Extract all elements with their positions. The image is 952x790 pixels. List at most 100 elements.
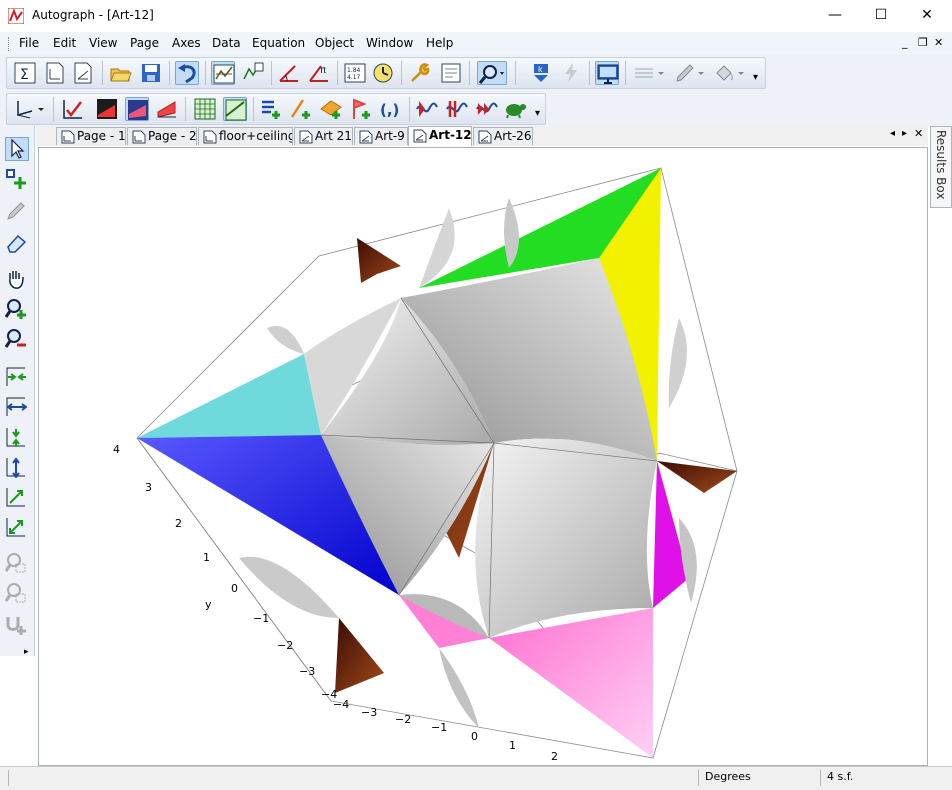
menu-data[interactable]: Data [212, 36, 241, 50]
zoom-box-icon [4, 553, 26, 573]
zoom-box-button[interactable] [4, 552, 29, 576]
menu-edit[interactable]: Edit [53, 36, 76, 50]
line-style-dropdown[interactable] [633, 61, 667, 85]
menu-window[interactable]: Window [366, 36, 413, 50]
select-tool-button[interactable] [5, 137, 29, 161]
grid-button[interactable] [193, 97, 217, 121]
tab-floor-ceiling[interactable]: floor+ceiling [198, 127, 293, 145]
line-colour-dropdown[interactable] [673, 61, 707, 85]
menu-view[interactable]: View [89, 36, 117, 50]
lightning-button[interactable] [559, 61, 583, 85]
coordinate-button[interactable]: (,) [379, 97, 403, 121]
mdi-minimize-button[interactable]: _ [902, 36, 908, 49]
tab-art-12[interactable]: Art-12 [408, 126, 472, 146]
zoom-in-tool-button[interactable] [4, 298, 29, 322]
tab-art-26[interactable]: Art-26 [473, 127, 533, 145]
axes-icon [17, 101, 44, 119]
new-3d-page-button[interactable] [71, 61, 95, 85]
radians-button[interactable]: π [307, 61, 331, 85]
plane-button[interactable] [223, 97, 247, 121]
menu-object[interactable]: Object [315, 36, 354, 50]
animate-pause-button[interactable] [445, 97, 469, 121]
toolbar-overflow-icon[interactable]: ▾ [753, 72, 758, 83]
stretch-xy-in-button[interactable] [5, 486, 29, 510]
minimize-button[interactable]: — [812, 0, 858, 30]
tab-close-icon[interactable]: ✕ [914, 127, 923, 140]
undo-button[interactable] [175, 61, 199, 85]
surface-light-button[interactable] [155, 97, 179, 121]
surface-shading-button[interactable] [95, 97, 119, 121]
tab-scroll-left-icon[interactable]: ◂ [890, 128, 895, 139]
eraser-tool-button[interactable] [5, 232, 29, 256]
magnet-tool-button[interactable] [5, 614, 29, 638]
add-line-button[interactable] [289, 97, 313, 121]
tab-label: Art-26 [494, 129, 532, 143]
new-3d-page-icon [74, 62, 92, 84]
text-box-button[interactable] [439, 61, 463, 85]
surface-wireframe-button[interactable] [125, 97, 149, 121]
surface-mesh-icon [128, 100, 148, 120]
new-2d-page-button[interactable] [43, 61, 67, 85]
stretch-x-out-button[interactable] [5, 396, 29, 420]
graph-view-icon [213, 64, 235, 84]
point-tool-button[interactable] [5, 168, 29, 192]
axes-style-dropdown[interactable] [13, 97, 47, 121]
graph-toolbar: (,) ▾ [6, 93, 546, 125]
stretch-x-in-button[interactable] [5, 366, 29, 390]
degrees-button[interactable] [277, 61, 301, 85]
pencil-tool-button[interactable] [5, 200, 29, 224]
tab-art-9[interactable]: Art-9 [354, 127, 408, 145]
magnifier-icon [478, 65, 504, 84]
toolbar-separator [169, 61, 170, 85]
svg-text:1.84: 1.84 [347, 67, 361, 74]
maximize-button[interactable]: ☐ [858, 0, 904, 30]
menu-help[interactable]: Help [426, 36, 453, 50]
stretch-xy-out-button[interactable] [5, 516, 29, 540]
zoom-out-tool-button[interactable] [4, 328, 29, 352]
zoom-dropdown-button[interactable] [477, 61, 507, 85]
toolbar-separator [53, 97, 54, 121]
line-style-icon [635, 68, 664, 78]
menu-axes[interactable]: Axes [172, 36, 201, 50]
tab-art-21[interactable]: Art 21 [294, 127, 353, 145]
enter-equation-button[interactable] [259, 97, 283, 121]
tab-label: Page - 1 [77, 129, 126, 143]
zoom-region-button[interactable] [4, 582, 29, 606]
add-point-button[interactable] [349, 97, 373, 121]
menu-page[interactable]: Page [130, 36, 159, 50]
tab-page-1[interactable]: Page - 1 [56, 127, 126, 145]
turtle-button[interactable] [503, 97, 527, 121]
graph-canvas[interactable]: 4 3 2 1 0 −1 −2 −3 −4 y −4 −3 −2 −1 0 1 … [38, 147, 928, 766]
close-button[interactable]: ✕ [904, 0, 950, 30]
tab-page-2[interactable]: Page - 2 [127, 127, 197, 145]
whiteboard-mode-button[interactable] [595, 61, 619, 85]
animate-step-button[interactable] [475, 97, 499, 121]
table-view-button[interactable] [241, 61, 265, 85]
save-button[interactable] [139, 61, 163, 85]
menu-grip [8, 37, 12, 51]
fill-colour-dropdown[interactable] [713, 61, 747, 85]
surface-icon [97, 99, 117, 119]
number-format-button[interactable]: 1.84 4.17 [343, 61, 367, 85]
edit-axes-button[interactable] [61, 97, 85, 121]
graph-view-button[interactable] [211, 61, 235, 85]
open-button[interactable] [109, 61, 133, 85]
animate-pause-icon [446, 101, 468, 117]
tab-scroll-right-icon[interactable]: ▸ [902, 128, 907, 139]
add-plane-button[interactable] [319, 97, 343, 121]
sigma-button[interactable]: Σ [13, 61, 37, 85]
settings-button[interactable] [407, 61, 431, 85]
stretch-y-in-button[interactable] [5, 426, 29, 450]
mdi-restore-button[interactable]: ❐ [918, 36, 928, 49]
mdi-close-button[interactable]: ✕ [934, 36, 943, 49]
stretch-y-out-button[interactable] [5, 456, 29, 480]
animate-start-button[interactable] [415, 97, 439, 121]
hand-tool-button[interactable] [5, 268, 29, 292]
left-toolbar-overflow-icon[interactable]: ▸ [24, 647, 29, 657]
menu-equation[interactable]: Equation [252, 36, 305, 50]
menu-file[interactable]: File [19, 36, 39, 50]
autograph-logo-icon [8, 8, 24, 24]
animation-button[interactable] [371, 61, 395, 85]
slow-plot-button[interactable]: k [529, 61, 553, 85]
toolbar-overflow-icon[interactable]: ▾ [535, 108, 540, 119]
